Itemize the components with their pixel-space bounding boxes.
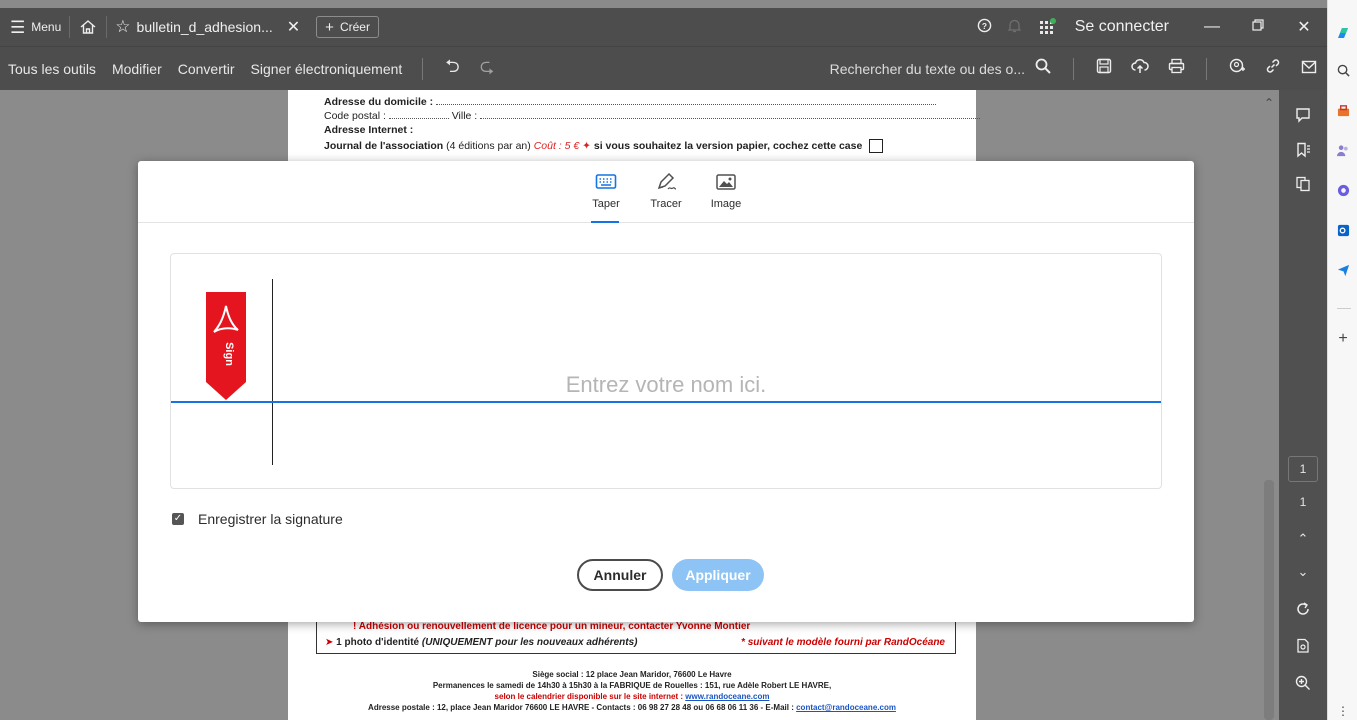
tab-type[interactable]: Taper (576, 161, 636, 223)
save-signature-checkbox[interactable]: ✓ (172, 513, 184, 525)
people-icon[interactable] (1328, 144, 1357, 160)
pen-draw-icon (657, 172, 677, 190)
save-signature-row[interactable]: ✓ Enregistrer la signature (172, 511, 343, 527)
svg-text:Sign: Sign (223, 342, 235, 366)
tab-image-label: Image (710, 198, 742, 210)
image-icon (716, 174, 736, 190)
signature-dialog: Taper Tracer Image Sign ✓ Enregistre (138, 161, 1194, 622)
shopping-icon[interactable] (1328, 104, 1357, 120)
signature-baseline (171, 401, 1161, 403)
keyboard-icon (595, 174, 617, 189)
signature-tabs: Taper Tracer Image (138, 161, 1194, 223)
outlook-icon[interactable] (1328, 224, 1357, 240)
copilot-icon[interactable] (1328, 26, 1357, 43)
tab-image[interactable]: Image (696, 161, 756, 222)
more-options-icon[interactable]: ⋮ (1328, 704, 1357, 718)
apply-button[interactable]: Appliquer (672, 559, 764, 591)
tab-type-label: Taper (592, 198, 620, 210)
signature-area[interactable]: Sign (170, 253, 1162, 489)
signature-name-input[interactable] (171, 366, 1161, 404)
add-icon[interactable]: + (1328, 330, 1357, 348)
browser-sidebar: + ⋮ (1327, 0, 1357, 720)
tab-draw-label: Tracer (650, 198, 682, 210)
cancel-button[interactable]: Annuler (577, 559, 663, 591)
tab-draw[interactable]: Tracer (636, 161, 696, 222)
save-signature-label[interactable]: Enregistrer la signature (198, 511, 343, 527)
m365-icon[interactable] (1328, 184, 1357, 200)
send-icon[interactable] (1328, 264, 1357, 280)
modal-overlay: Taper Tracer Image Sign ✓ Enregistre (0, 0, 1327, 720)
search-icon[interactable] (1328, 64, 1357, 80)
divider (1337, 308, 1351, 309)
